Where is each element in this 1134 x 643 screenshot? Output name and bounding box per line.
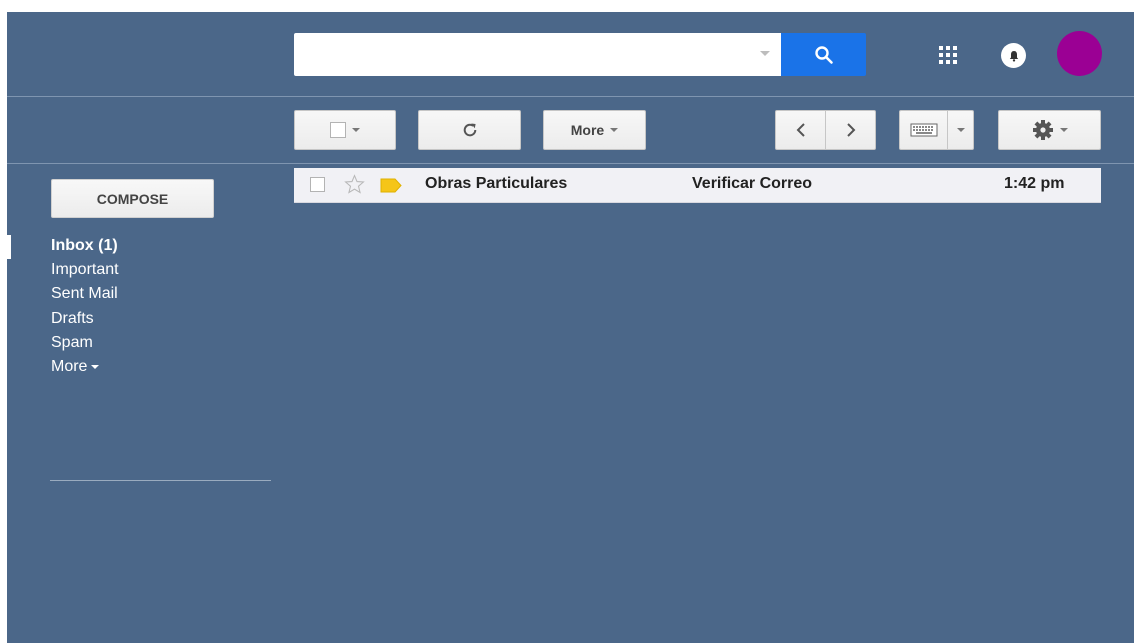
mail-app: More COMPOSE Inbox (1) Important Sent Ma…	[7, 12, 1134, 643]
checkbox-icon	[330, 122, 346, 138]
input-tools-dropdown[interactable]	[947, 110, 974, 150]
compose-button[interactable]: COMPOSE	[51, 179, 214, 218]
search-button[interactable]	[781, 33, 866, 76]
chevron-right-icon	[846, 123, 855, 137]
active-folder-indicator	[7, 235, 11, 259]
sidebar-item-spam[interactable]: Spam	[51, 334, 93, 352]
sidebar-item-inbox[interactable]: Inbox (1)	[51, 237, 118, 255]
input-tools-button[interactable]	[899, 110, 948, 150]
search-icon	[814, 45, 833, 64]
email-time: 1:42 pm	[1004, 175, 1065, 192]
keyboard-icon	[910, 123, 937, 137]
chevron-down-icon	[91, 364, 100, 369]
bell-icon	[1009, 50, 1018, 62]
refresh-icon	[463, 123, 476, 137]
gear-icon	[1032, 120, 1053, 140]
apps-grid-icon[interactable]	[937, 44, 959, 66]
table-row[interactable]: Obras Particulares Verificar Correo 1:42…	[294, 168, 1101, 203]
sidebar-item-drafts[interactable]: Drafts	[51, 310, 94, 328]
chevron-down-icon	[1059, 128, 1068, 132]
email-sender: Obras Particulares	[425, 175, 568, 192]
search-options-dropdown[interactable]	[760, 51, 770, 56]
chevron-left-icon	[796, 123, 805, 137]
sidebar-item-sent-mail[interactable]: Sent Mail	[51, 285, 118, 303]
next-page-button[interactable]	[825, 110, 876, 150]
chevron-down-icon	[610, 128, 619, 132]
label-tag-icon[interactable]	[380, 178, 402, 193]
header-divider	[7, 96, 1134, 97]
more-actions-button[interactable]: More	[543, 110, 646, 150]
settings-button[interactable]	[998, 110, 1101, 150]
select-button[interactable]	[294, 110, 396, 150]
search-input[interactable]	[294, 33, 782, 76]
row-checkbox[interactable]	[310, 177, 325, 192]
refresh-button[interactable]	[418, 110, 521, 150]
chevron-down-icon	[956, 128, 965, 132]
sidebar-item-important[interactable]: Important	[51, 261, 119, 279]
notifications-button[interactable]	[1001, 43, 1026, 68]
toolbar-divider	[7, 163, 1134, 164]
previous-page-button[interactable]	[775, 110, 826, 150]
sidebar-divider	[50, 480, 271, 481]
avatar[interactable]	[1057, 31, 1102, 76]
more-actions-label: More	[570, 122, 605, 138]
email-subject: Verificar Correo	[692, 175, 813, 192]
sidebar-item-more[interactable]: More	[51, 358, 100, 376]
sidebar-item-more-label: More	[51, 358, 88, 375]
star-icon[interactable]	[344, 174, 365, 195]
chevron-down-icon	[352, 128, 360, 132]
